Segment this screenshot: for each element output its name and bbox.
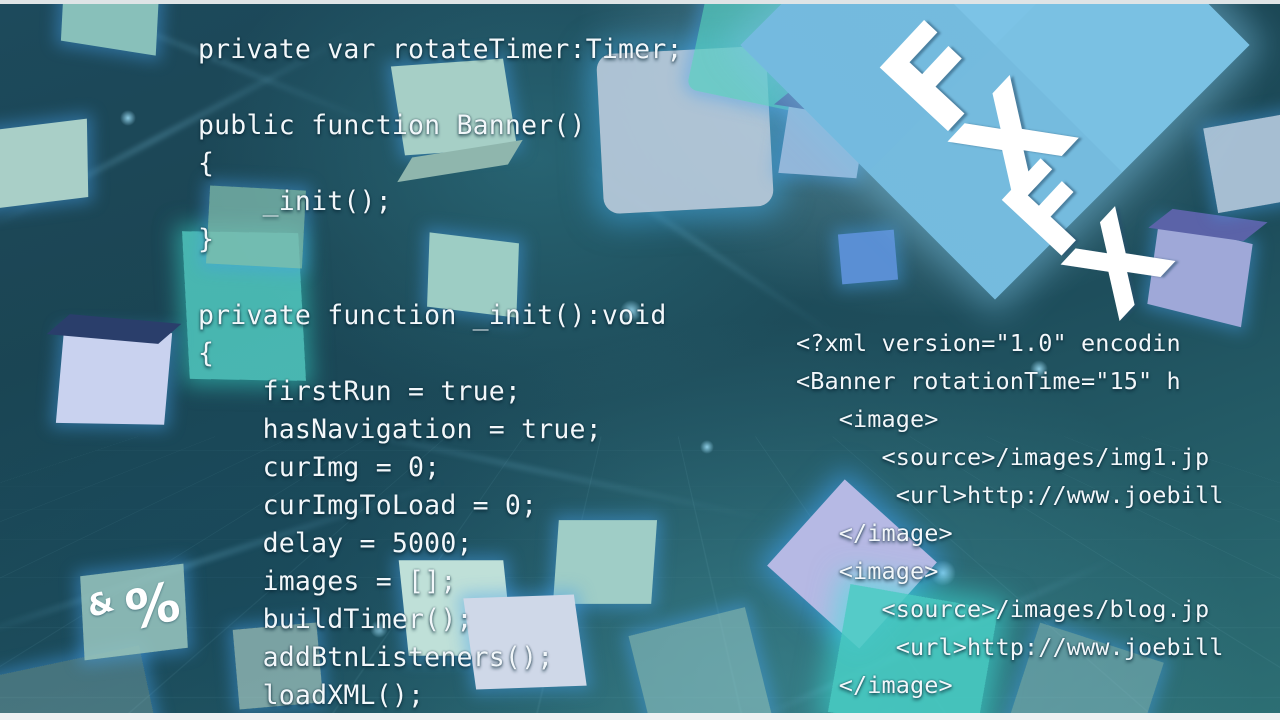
actionscript-line: {: [198, 147, 215, 179]
banner-scene: F X F X & % private var rotateTimer:Time…: [0, 0, 1280, 720]
actionscript-line: buildTimer();: [198, 603, 473, 635]
xml-line: <source>/images/blog.jp: [796, 594, 1210, 623]
xml-line: <image>: [796, 404, 939, 433]
actionscript-line: loadXML();: [198, 679, 425, 711]
actionscript-line: private var rotateTimer:Timer;: [198, 33, 683, 65]
actionscript-line: {: [198, 337, 215, 369]
xml-line: </image>: [796, 670, 953, 699]
actionscript-line: images = [];: [198, 565, 457, 597]
actionscript-line: private function _init():void: [198, 299, 667, 331]
actionscript-line: _init();: [198, 185, 392, 217]
actionscript-code-block: private var rotateTimer:Timer; public fu…: [198, 31, 683, 720]
actionscript-line: hasNavigation = true;: [198, 413, 602, 445]
xml-line: </image>: [796, 518, 953, 547]
actionscript-line: firstRun = true;: [198, 375, 522, 407]
actionscript-line: }: [198, 223, 215, 255]
ampersand-glyph-icon: &: [83, 583, 118, 626]
xml-line: <source>/images/img1.jp: [796, 442, 1210, 471]
bottom-edge-strip: [0, 713, 1280, 720]
actionscript-line: addBtnListeners();: [198, 641, 554, 673]
xml-code-block: <?xml version="1.0" encodin <Banner rotat…: [796, 324, 1223, 720]
xml-line: <image>: [796, 556, 939, 585]
actionscript-line: delay = 5000;: [198, 527, 473, 559]
percent-glyph-icon: %: [121, 569, 185, 644]
xml-line: <url>http://www.joebill: [796, 632, 1224, 661]
actionscript-line: [198, 69, 683, 107]
xml-line: <Banner rotationTime="15" h: [796, 366, 1181, 395]
top-edge-strip: [0, 0, 1280, 4]
actionscript-line: curImg = 0;: [198, 451, 441, 483]
xml-line: <url>http://www.joebill: [796, 480, 1224, 509]
actionscript-line: public function Banner(): [198, 109, 586, 141]
actionscript-line: curImgToLoad = 0;: [198, 489, 538, 521]
xml-line: <?xml version="1.0" encodin: [796, 328, 1181, 357]
glyph-plate: & %: [80, 563, 188, 661]
actionscript-line: [198, 259, 683, 297]
